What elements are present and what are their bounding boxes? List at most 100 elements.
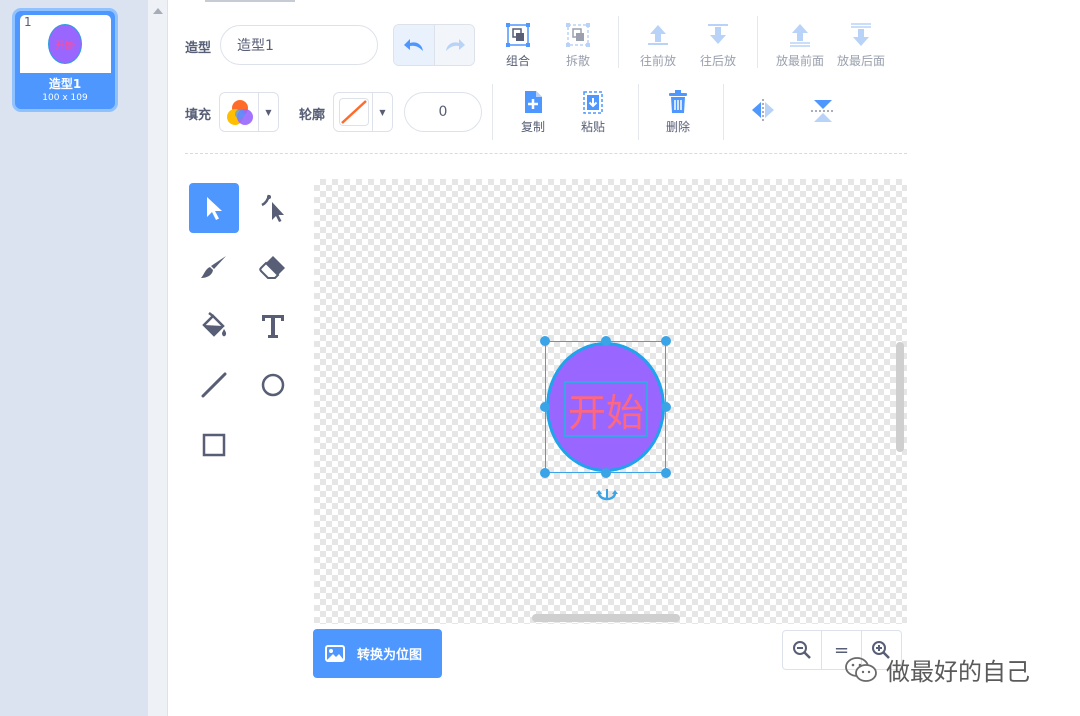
outline-width-input[interactable]: 0 — [404, 92, 482, 132]
brush-tool[interactable] — [189, 242, 239, 292]
convert-label: 转换为位图 — [357, 648, 423, 663]
group-button[interactable]: 组合 — [488, 22, 548, 69]
toolbar-divider — [492, 84, 493, 140]
redo-button[interactable] — [434, 25, 474, 65]
toolbar-separator — [185, 153, 907, 154]
fill-tool[interactable] — [189, 301, 239, 351]
send-to-back-icon — [851, 23, 871, 46]
paste-button[interactable]: 粘贴 — [563, 90, 623, 135]
costume-label: 造型 — [185, 41, 212, 56]
fill-swatch — [225, 98, 255, 126]
group-label: 组合 — [505, 54, 530, 68]
resize-handle[interactable] — [540, 336, 550, 346]
top-tab-indicator — [205, 0, 295, 2]
ungroup-button[interactable]: 拆散 — [548, 22, 608, 69]
rectangle-icon — [202, 433, 226, 457]
eraser-tool[interactable] — [248, 242, 298, 292]
rotate-icon — [596, 489, 618, 501]
resize-handle[interactable] — [601, 336, 611, 346]
flip-horizontal-button[interactable] — [733, 98, 793, 126]
reshape-tool[interactable] — [248, 183, 298, 233]
toolbar-divider — [757, 16, 758, 68]
ungroup-label: 拆散 — [565, 54, 590, 68]
costume-name: 造型1 — [48, 77, 82, 91]
outline-color-picker[interactable]: ▼ — [333, 92, 393, 132]
convert-to-bitmap-button[interactable]: 转换为位图 — [313, 629, 442, 678]
eraser-icon — [259, 256, 285, 279]
copy-label: 复制 — [520, 120, 545, 134]
watermark: 做最好的自己 — [844, 652, 1030, 687]
costume-size: 100 x 109 — [42, 93, 88, 103]
paste-label: 粘贴 — [580, 120, 605, 134]
fill-color-picker[interactable]: ▼ — [219, 92, 279, 132]
image-icon — [325, 645, 345, 662]
forward-button[interactable]: 往前放 — [628, 22, 688, 69]
costume-name-input[interactable] — [220, 25, 378, 65]
paste-icon — [583, 91, 603, 114]
line-tool[interactable] — [189, 360, 239, 410]
bring-to-front-icon — [790, 24, 810, 47]
send-to-back-button[interactable]: 放最后面 — [831, 22, 891, 69]
trash-icon — [669, 90, 687, 113]
undo-button[interactable] — [394, 25, 435, 65]
bring-to-front-label: 放最前面 — [775, 54, 824, 68]
color-palette-icon — [227, 100, 253, 125]
resize-handle[interactable] — [661, 468, 671, 478]
resize-handle[interactable] — [661, 402, 671, 412]
flip-horizontal-icon — [752, 99, 774, 121]
copy-button[interactable]: 复制 — [503, 90, 563, 135]
costume-list: 1 开始 造型1 100 x 109 — [0, 0, 148, 716]
shape-text[interactable]: 开始 — [564, 381, 648, 437]
no-color-icon — [341, 100, 367, 124]
arrow-up-icon — [648, 25, 668, 45]
costume-tile[interactable]: 1 开始 造型1 100 x 109 — [12, 8, 118, 112]
select-tool[interactable] — [189, 183, 239, 233]
paint-canvas[interactable]: 开始 — [314, 179, 907, 624]
flip-vertical-icon — [811, 100, 835, 122]
watermark-text: 做最好的自己 — [886, 658, 1030, 686]
delete-button[interactable]: 删除 — [648, 90, 708, 135]
toolbar-divider — [638, 84, 639, 140]
bring-to-front-button[interactable]: 放最前面 — [770, 22, 830, 69]
resize-handle[interactable] — [540, 402, 550, 412]
reshape-icon — [261, 194, 284, 222]
undo-icon — [404, 39, 424, 51]
outline-swatch — [339, 98, 369, 126]
brush-icon — [201, 256, 226, 278]
backward-label: 往后放 — [699, 54, 736, 68]
send-to-back-label: 放最后面 — [836, 54, 885, 68]
flip-vertical-button[interactable] — [793, 98, 853, 128]
toolbar-divider — [618, 16, 619, 68]
canvas-vertical-scrollbar[interactable] — [896, 342, 904, 452]
canvas-horizontal-scrollbar[interactable] — [532, 614, 680, 622]
backward-button[interactable]: 往后放 — [688, 22, 748, 69]
scroll-up-icon[interactable] — [153, 8, 163, 14]
resize-handle[interactable] — [601, 468, 611, 478]
zoom-out-icon — [793, 641, 812, 659]
arrow-down-icon — [708, 24, 728, 44]
zoom-out-button[interactable] — [783, 631, 823, 669]
thumbnail-shape: 开始 — [48, 24, 82, 64]
line-icon — [201, 372, 227, 398]
copy-icon — [525, 91, 542, 113]
wechat-icon — [845, 656, 877, 682]
costume-list-scrollbar[interactable] — [148, 0, 168, 716]
circle-tool[interactable] — [248, 360, 298, 410]
undo-redo-group — [393, 24, 475, 66]
fill-dropdown-caret-icon[interactable]: ▼ — [258, 93, 278, 131]
forward-label: 往前放 — [639, 54, 676, 68]
paint-bucket-icon — [202, 312, 227, 337]
resize-handle[interactable] — [661, 336, 671, 346]
text-tool[interactable] — [248, 301, 298, 351]
rectangle-tool[interactable] — [189, 420, 239, 470]
cursor-arrow-icon — [207, 197, 222, 220]
outline-dropdown-caret-icon[interactable]: ▼ — [372, 93, 392, 131]
toolbar-divider — [723, 84, 724, 140]
ungroup-icon — [566, 23, 590, 47]
fill-label: 填充 — [185, 108, 212, 123]
redo-icon — [445, 39, 465, 51]
selection-box[interactable]: 开始 — [540, 336, 671, 501]
group-icon — [506, 23, 530, 47]
rotate-handle[interactable] — [596, 488, 618, 507]
resize-handle[interactable] — [540, 468, 550, 478]
